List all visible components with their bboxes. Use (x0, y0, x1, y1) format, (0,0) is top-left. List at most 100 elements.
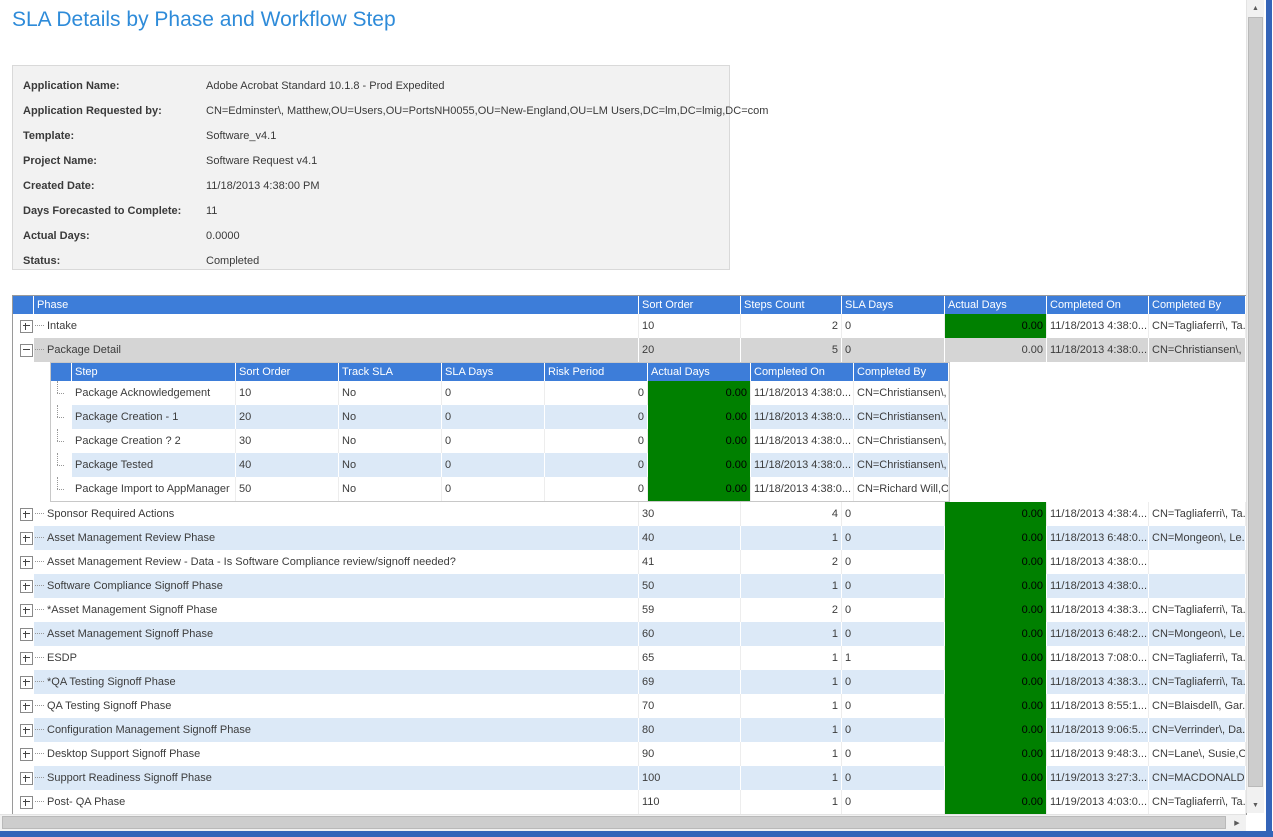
step-row[interactable]: Package Import to AppManager50No000.0011… (51, 477, 949, 501)
cell-steps-count: 1 (741, 790, 842, 814)
expand-icon[interactable] (20, 772, 33, 785)
cell-phase: Desktop Support Signoff Phase (34, 742, 639, 766)
expander-cell (13, 766, 34, 790)
cell-phase: Sponsor Required Actions (34, 502, 639, 526)
phase-row[interactable]: Configuration Management Signoff Phase80… (13, 718, 1246, 742)
info-field-value: Software Request v4.1 (206, 155, 317, 167)
phase-table-header: PhaseSort OrderSteps CountSLA DaysActual… (13, 296, 1246, 314)
expand-icon[interactable] (20, 724, 33, 737)
expand-icon[interactable] (20, 580, 33, 593)
cell-completed-by: CN=Tagliaferri\, Ta.. (1149, 598, 1246, 622)
phase-row[interactable]: Support Readiness Signoff Phase100100.00… (13, 766, 1246, 790)
cell-sla-days: 0 (842, 670, 945, 694)
expand-icon[interactable] (20, 652, 33, 665)
phase-row[interactable]: Sponsor Required Actions30400.0011/18/20… (13, 502, 1246, 526)
expand-icon[interactable] (20, 700, 33, 713)
expand-icon[interactable] (20, 748, 33, 761)
info-field-label: Created Date: (13, 180, 206, 192)
cell-actual-days: 0.00 (648, 477, 751, 501)
cell-sort-order: 110 (639, 790, 741, 814)
phase-row[interactable]: Intake10200.0011/18/2013 4:38:0...CN=Tag… (13, 314, 1246, 338)
cell-actual-days: 0.00 (945, 718, 1047, 742)
horizontal-scrollbar[interactable]: ▶ (0, 814, 1246, 831)
tree-branch-icon (51, 381, 65, 405)
cell-actual-days: 0.00 (648, 429, 751, 453)
cell-risk-period: 0 (545, 381, 648, 405)
cell-sla-days: 0 (442, 405, 545, 429)
cell-completed-by: CN=Christiansen\, .. (1149, 338, 1246, 362)
cell-steps-count: 1 (741, 646, 842, 670)
cell-sla-days: 0 (842, 550, 945, 574)
tree-branch-icon (51, 405, 65, 429)
step-header-sort-order: Sort Order (236, 363, 339, 381)
cell-completed-by: CN=Christiansen\, ... (854, 429, 949, 453)
phase-label: ESDP (47, 652, 77, 664)
info-field-label: Status: (13, 255, 206, 267)
cell-actual-days: 0.00 (945, 526, 1047, 550)
phase-row[interactable]: *QA Testing Signoff Phase69100.0011/18/2… (13, 670, 1246, 694)
step-row[interactable]: Package Creation ? 230No000.0011/18/2013… (51, 429, 949, 453)
tree-dots (35, 657, 44, 659)
phase-row[interactable]: *Asset Management Signoff Phase59200.001… (13, 598, 1246, 622)
cell-completed-on: 11/18/2013 9:06:5... (1047, 718, 1149, 742)
phase-label: QA Testing Signoff Phase (47, 700, 171, 712)
info-field-value: 0.0000 (206, 230, 240, 242)
phase-row[interactable]: Software Compliance Signoff Phase50100.0… (13, 574, 1246, 598)
vertical-scrollbar[interactable]: ▲ ▼ (1246, 0, 1264, 813)
cell-phase: QA Testing Signoff Phase (34, 694, 639, 718)
cell-sort-order: 70 (639, 694, 741, 718)
info-field-value: Adobe Acrobat Standard 10.1.8 - Prod Exp… (206, 80, 445, 92)
step-row[interactable]: Package Creation - 120No000.0011/18/2013… (51, 405, 949, 429)
step-row[interactable]: Package Tested40No000.0011/18/2013 4:38:… (51, 453, 949, 477)
step-header-completed-by: Completed By (854, 363, 949, 381)
horizontal-scroll-thumb[interactable] (2, 816, 1226, 829)
cell-sort-order: 65 (639, 646, 741, 670)
cell-sla-days: 0 (842, 526, 945, 550)
cell-completed-on: 11/18/2013 7:08:0... (1047, 646, 1149, 670)
cell-step: Package Tested (72, 453, 236, 477)
expand-icon[interactable] (20, 556, 33, 569)
cell-completed-on: 11/19/2013 3:27:3... (1047, 766, 1149, 790)
cell-risk-period: 0 (545, 453, 648, 477)
expand-icon[interactable] (20, 532, 33, 545)
step-row[interactable]: Package Acknowledgement10No000.0011/18/2… (51, 381, 949, 405)
cell-completed-on: 11/18/2013 4:38:3... (1047, 670, 1149, 694)
expand-icon[interactable] (20, 796, 33, 809)
cell-phase: Software Compliance Signoff Phase (34, 574, 639, 598)
tree-dots (35, 513, 44, 515)
scroll-down-icon[interactable]: ▼ (1247, 797, 1264, 813)
phase-row[interactable]: Package Detail20500.0011/18/2013 4:38:0.… (13, 338, 1246, 362)
phase-label: Post- QA Phase (47, 796, 125, 808)
expand-icon[interactable] (20, 628, 33, 641)
cell-actual-days: 0.00 (945, 766, 1047, 790)
phase-row[interactable]: Desktop Support Signoff Phase90100.0011/… (13, 742, 1246, 766)
phase-row[interactable]: Asset Management Review - Data - Is Soft… (13, 550, 1246, 574)
expand-icon[interactable] (20, 604, 33, 617)
cell-completed-on: 11/18/2013 4:38:0... (1047, 574, 1149, 598)
phase-row[interactable]: ESDP65110.0011/18/2013 7:08:0...CN=Tagli… (13, 646, 1246, 670)
phase-label: Asset Management Review - Data - Is Soft… (47, 556, 456, 568)
cell-completed-on: 11/18/2013 4:38:0... (751, 381, 854, 405)
cell-completed-by (1149, 550, 1246, 574)
header-expander-cell (13, 296, 34, 314)
branch-cell (51, 405, 72, 429)
expander-cell (13, 790, 34, 814)
vertical-scroll-thumb[interactable] (1248, 17, 1263, 787)
tree-dots (35, 753, 44, 755)
expand-icon[interactable] (20, 676, 33, 689)
cell-steps-count: 4 (741, 502, 842, 526)
phase-row[interactable]: Asset Management Review Phase40100.0011/… (13, 526, 1246, 550)
scroll-up-icon[interactable]: ▲ (1247, 0, 1264, 16)
phase-label: Support Readiness Signoff Phase (47, 772, 212, 784)
phase-row[interactable]: QA Testing Signoff Phase70100.0011/18/20… (13, 694, 1246, 718)
phase-row[interactable]: Asset Management Signoff Phase60100.0011… (13, 622, 1246, 646)
cell-completed-on: 11/18/2013 4:38:0... (751, 477, 854, 501)
expand-icon[interactable] (20, 320, 33, 333)
collapse-icon[interactable] (20, 344, 33, 357)
phase-row[interactable]: Post- QA Phase110100.0011/19/2013 4:03:0… (13, 790, 1246, 814)
info-row: Status:Completed (13, 248, 729, 273)
expand-icon[interactable] (20, 508, 33, 521)
cell-track-sla: No (339, 429, 442, 453)
scroll-right-icon[interactable]: ▶ (1228, 815, 1246, 831)
info-field-label: Template: (13, 130, 206, 142)
